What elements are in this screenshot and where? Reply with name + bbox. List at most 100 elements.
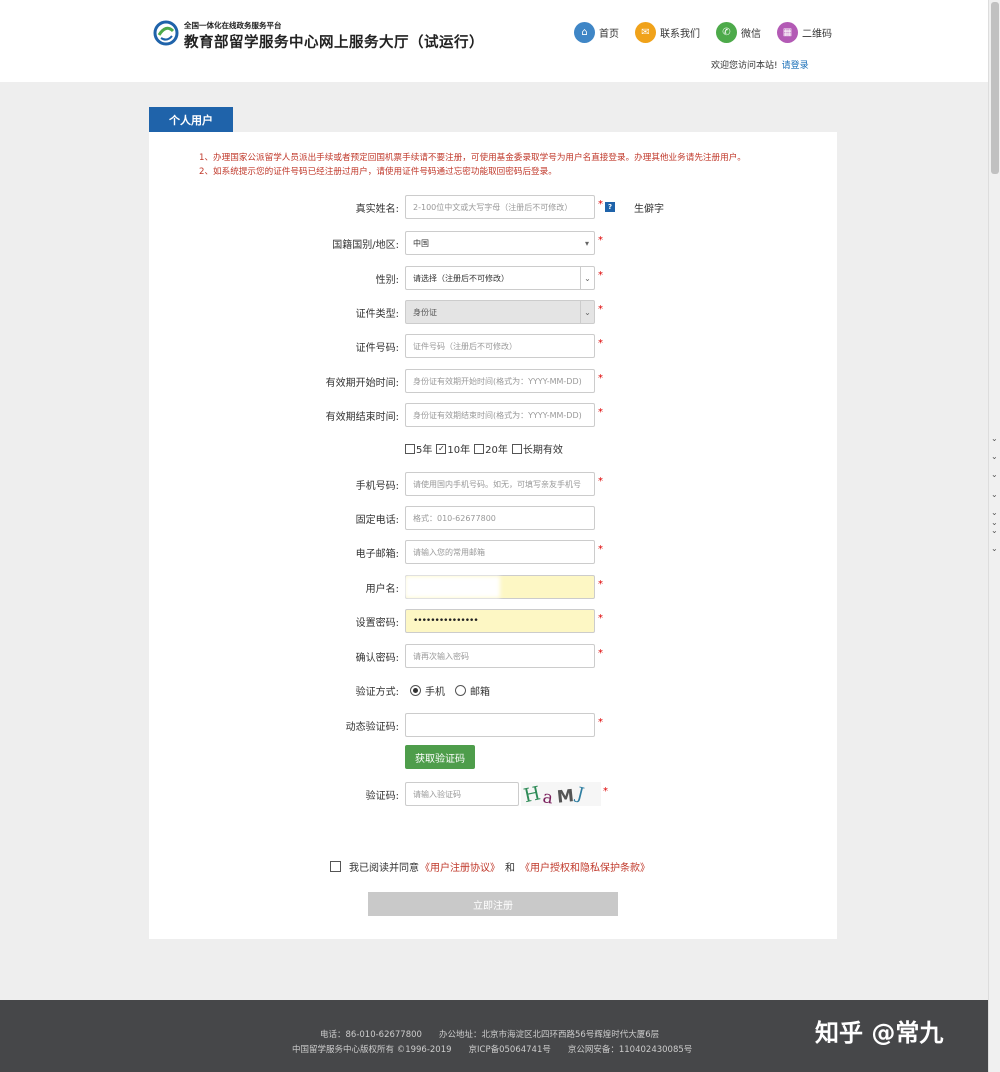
captcha-char: M <box>556 786 575 806</box>
radio-phone-label: 手机 <box>425 687 445 698</box>
valid-end-row: 有效期结束时间: 身份证有效期结束时间(格式为：YYYY-MM-DD) * <box>0 403 988 427</box>
home-icon: ⌂ <box>574 22 595 43</box>
captcha-input[interactable]: 请输入验证码 <box>405 782 519 806</box>
real-name-input[interactable]: 2-100位中文或大写字母（注册后不可修改） <box>405 195 595 219</box>
required-mark: * <box>598 648 603 659</box>
required-mark: * <box>603 786 608 797</box>
site-title: 教育部留学服务中心网上服务大厅（试运行） <box>184 35 484 51</box>
get-code-button[interactable]: 获取验证码 <box>405 745 475 769</box>
verify-method-label: 验证方式: <box>355 687 399 698</box>
agreement-prefix: 我已阅读并同意 <box>349 863 419 874</box>
agreement-checkbox[interactable] <box>330 861 341 872</box>
nav-wechat[interactable]: ✆ 微信 <box>716 22 761 43</box>
nav-home-label: 首页 <box>599 29 619 40</box>
captcha-char: J <box>573 783 587 805</box>
notice-1: 1、办理国家公派留学人员派出手续或者预定回国机票手续请不要注册，可使用基金委录取… <box>199 153 746 163</box>
welcome-message: 欢迎您访问本站! <box>711 61 778 71</box>
chevron-down-icon[interactable]: ⌄ <box>991 508 998 517</box>
nav-qrcode-label: 二维码 <box>802 29 832 40</box>
required-mark: * <box>598 304 603 315</box>
nav-contact-label: 联系我们 <box>660 29 700 40</box>
nationality-select[interactable]: 中国 ▾ <box>405 231 595 255</box>
register-button[interactable]: 立即注册 <box>368 892 618 916</box>
chevron-down-icon[interactable]: ⌄ <box>991 526 998 535</box>
valid-start-row: 有效期开始时间: 身份证有效期开始时间(格式为：YYYY-MM-DD) * <box>0 369 988 393</box>
checkbox-10-years[interactable]: ✓ <box>436 443 447 454</box>
platform-subtitle: 全国一体化在线政务服务平台 <box>184 21 282 30</box>
id-number-input[interactable]: 证件号码（注册后不可修改） <box>405 334 595 358</box>
nav-home[interactable]: ⌂ 首页 <box>574 22 619 43</box>
tab-personal-user[interactable]: 个人用户 <box>149 107 233 132</box>
id-number-label: 证件号码: <box>355 343 399 354</box>
landline-label: 固定电话: <box>355 515 399 526</box>
welcome-text: 欢迎您访问本站! 请登录 <box>711 58 809 71</box>
valid-end-input[interactable]: 身份证有效期结束时间(格式为：YYYY-MM-DD) <box>405 403 595 427</box>
nav-qrcode[interactable]: ▦ 二维码 <box>777 22 832 43</box>
required-mark: * <box>598 199 603 210</box>
chevron-down-icon[interactable]: ⌄ <box>991 490 998 499</box>
nationality-row: 国籍国别/地区: 中国 ▾ * <box>0 231 988 255</box>
landline-row: 固定电话: 格式：010-62677800 <box>0 506 988 530</box>
valid-start-label: 有效期开始时间: <box>325 378 399 389</box>
username-label: 用户名: <box>365 584 399 595</box>
chevron-down-icon: ⌄ <box>580 267 594 289</box>
validity-options: 5年 ✓ 10年 20年 长期有效 <box>405 441 563 456</box>
mail-icon: ✉ <box>635 22 656 43</box>
checkbox-5-years[interactable] <box>405 443 415 454</box>
mobile-input[interactable]: 请使用国内手机号码。如无，可填写亲友手机号 <box>405 472 595 496</box>
password-input[interactable]: ••••••••••••••• <box>405 609 595 633</box>
captcha-char: H <box>522 782 543 806</box>
id-number-row: 证件号码: 证件号码（注册后不可修改） * <box>0 334 988 358</box>
captcha-image[interactable]: H a M J <box>521 782 601 808</box>
nationality-label: 国籍国别/地区: <box>332 240 399 251</box>
chevron-down-icon: ⌄ <box>580 301 594 323</box>
login-link[interactable]: 请登录 <box>782 61 809 71</box>
captcha-label: 验证码: <box>365 791 399 802</box>
site-header: 全国一体化在线政务服务平台 教育部留学服务中心网上服务大厅（试运行） ⌂ 首页 … <box>0 0 988 82</box>
id-type-value: 身份证 <box>413 307 437 317</box>
checkbox-20-years[interactable] <box>474 443 485 454</box>
privacy-terms-link[interactable]: 《用户授权和隐私保护条款》 <box>520 859 650 874</box>
agreement-and: 和 <box>505 863 515 874</box>
checkbox-permanent[interactable] <box>511 443 522 454</box>
nav-contact[interactable]: ✉ 联系我们 <box>635 22 700 43</box>
user-agreement-link[interactable]: 《用户注册协议》 <box>420 859 500 874</box>
zhihu-watermark: 知乎 @常九 <box>815 1019 944 1047</box>
email-row: 电子邮箱: 请输入您的常用邮箱 * <box>0 540 988 564</box>
scrollbar-thumb[interactable] <box>991 2 999 174</box>
radio-email[interactable] <box>455 685 466 696</box>
verify-method-row: 验证方式: 手机 邮箱 <box>0 678 988 702</box>
dynamic-code-input[interactable] <box>405 713 595 737</box>
chevron-down-icon[interactable]: ⌄ <box>991 452 998 461</box>
redaction-blur <box>405 576 500 598</box>
page-scrollbar[interactable]: ⌄ ⌄ ⌄ ⌄ ⌄ ⌄ ⌄ ⌄ <box>988 0 1000 1072</box>
gender-select[interactable]: 请选择（注册后不可修改） ⌄ <box>405 266 595 290</box>
rare-char-link[interactable]: 生僻字 <box>634 200 664 215</box>
chevron-down-icon[interactable]: ⌄ <box>991 544 998 553</box>
real-name-row: 真实姓名: 2-100位中文或大写字母（注册后不可修改） * ? 生僻字 <box>0 195 988 219</box>
qrcode-icon: ▦ <box>777 22 798 43</box>
required-mark: * <box>598 235 603 246</box>
top-nav: ⌂ 首页 ✉ 联系我们 ✆ 微信 ▦ 二维码 <box>574 22 832 43</box>
gender-label: 性别: <box>375 275 399 286</box>
id-type-select[interactable]: 身份证 ⌄ <box>405 300 595 324</box>
required-mark: * <box>598 373 603 384</box>
valid-start-input[interactable]: 身份证有效期开始时间(格式为：YYYY-MM-DD) <box>405 369 595 393</box>
email-input[interactable]: 请输入您的常用邮箱 <box>405 540 595 564</box>
dynamic-code-label: 动态验证码: <box>345 722 399 733</box>
required-mark: * <box>598 717 603 728</box>
radio-phone[interactable] <box>410 685 421 696</box>
landline-input[interactable]: 格式：010-62677800 <box>405 506 595 530</box>
required-mark: * <box>598 407 603 418</box>
chevron-down-icon[interactable]: ⌄ <box>991 470 998 479</box>
agreement-row: 我已阅读并同意 《用户注册协议》 和 《用户授权和隐私保护条款》 <box>330 859 650 874</box>
option-10-years-label: 10年 <box>447 445 471 456</box>
logo-icon <box>153 20 179 46</box>
chevron-down-icon[interactable]: ⌄ <box>991 434 998 443</box>
captcha-char: a <box>541 787 554 806</box>
help-icon[interactable]: ? <box>605 202 615 212</box>
confirm-password-input[interactable]: 请再次输入密码 <box>405 644 595 668</box>
id-type-row: 证件类型: 身份证 ⌄ * <box>0 300 988 324</box>
valid-end-label: 有效期结束时间: <box>325 412 399 423</box>
id-type-label: 证件类型: <box>355 309 399 320</box>
